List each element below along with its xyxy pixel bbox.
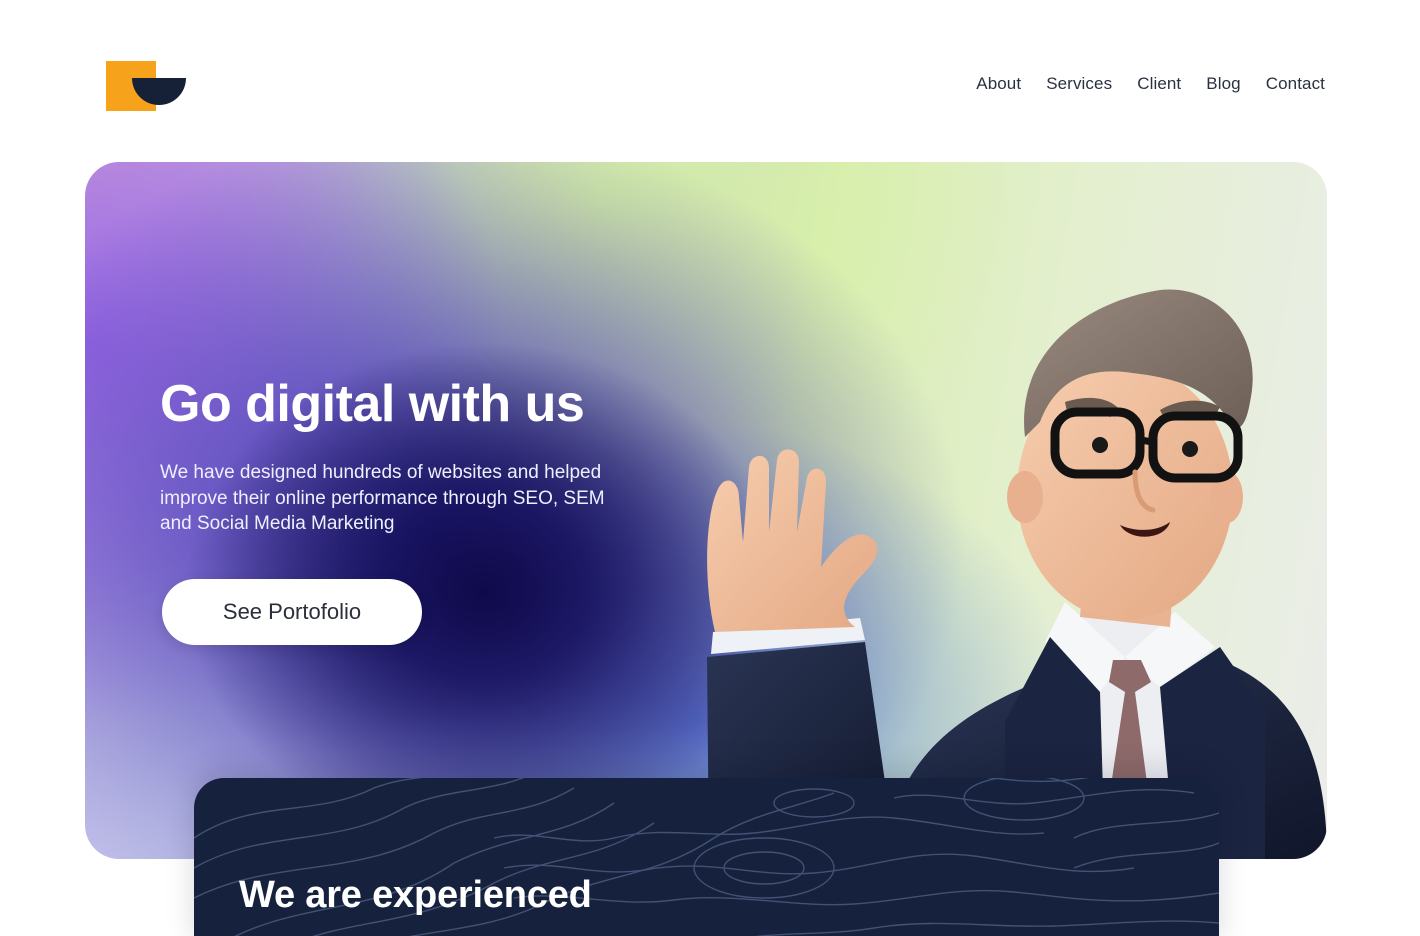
nav-contact-link[interactable]: Contact: [1266, 74, 1325, 94]
hero-banner: Go digital with us We have designed hund…: [85, 162, 1327, 859]
hero-title: Go digital with us: [160, 375, 585, 433]
hero-description: We have designed hundreds of websites an…: [160, 462, 605, 534]
main-nav: About Services Client Blog Contact: [976, 74, 1325, 94]
nav-blog-link[interactable]: Blog: [1206, 74, 1240, 94]
nav-about-link[interactable]: About: [976, 74, 1021, 94]
experience-title: We are experienced: [239, 874, 592, 916]
nav-client-link[interactable]: Client: [1137, 74, 1181, 94]
experience-section: We are experienced: [194, 778, 1219, 936]
nav-services-link[interactable]: Services: [1046, 74, 1112, 94]
brand-logo-icon[interactable]: [106, 61, 186, 113]
see-portfolio-button[interactable]: See Portofolio: [162, 579, 422, 645]
waving-businessman-illustration: [707, 289, 1327, 859]
